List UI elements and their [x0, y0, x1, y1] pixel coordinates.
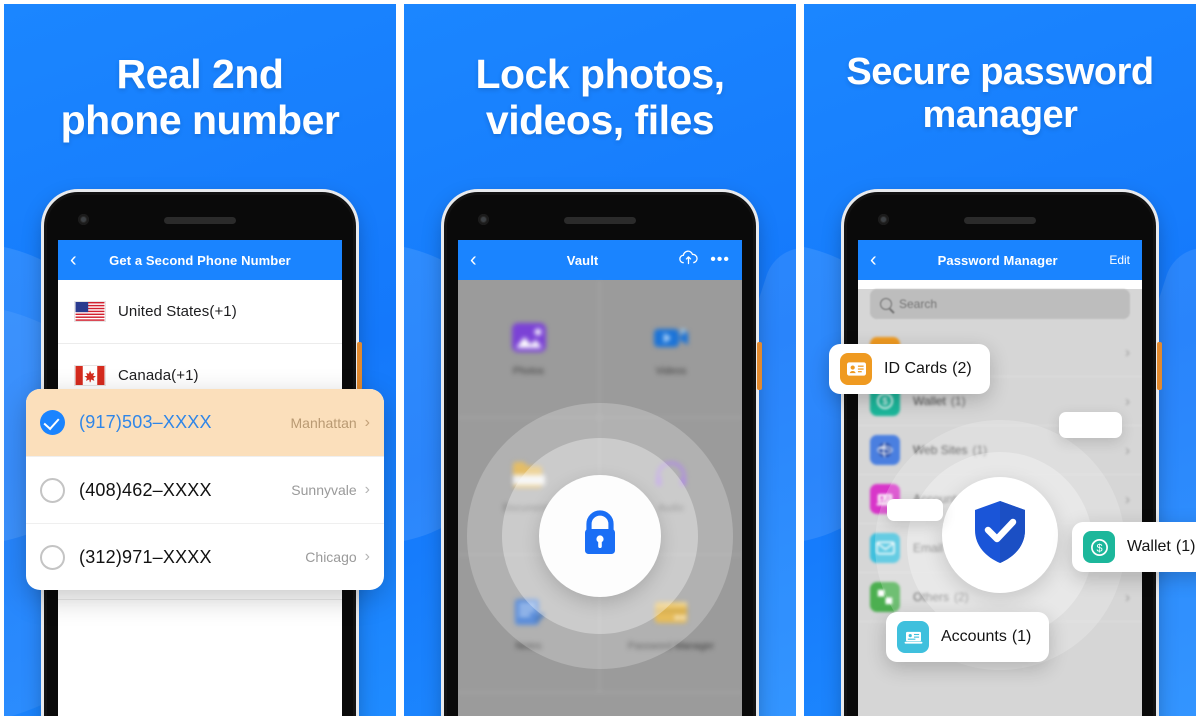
chip-count: (1) [1011, 628, 1032, 645]
panel-headline: Secure password manager [804, 4, 1196, 136]
chevron-left-icon[interactable]: ‹ [870, 250, 886, 270]
category-count: (1) [950, 394, 966, 408]
category-label: Wallet [913, 394, 946, 408]
wallet-icon: $ [1083, 531, 1115, 563]
earpiece-speaker [564, 217, 636, 224]
check-circle-icon[interactable] [40, 410, 65, 435]
lock-button[interactable] [539, 475, 661, 597]
power-button [357, 342, 362, 390]
earpiece-speaker [964, 217, 1036, 224]
shield-button[interactable] [942, 476, 1058, 593]
navbar-title: Vault [566, 252, 599, 268]
country-row-us[interactable]: United States(+1) [58, 280, 342, 344]
vault-item-photos[interactable]: Photos [458, 280, 600, 418]
power-button [757, 342, 762, 390]
panel-headline: Lock photos, videos, files [404, 4, 796, 144]
chevron-right-icon[interactable]: › [1125, 344, 1130, 361]
headline-line-2: videos, files [485, 96, 715, 143]
panel-headline: Real 2nd phone number [4, 4, 396, 144]
panel-password-manager: Secure password manager ‹ Password Manag… [800, 0, 1200, 720]
vault-item-label: Photos [512, 365, 545, 377]
web-sites-icon [870, 435, 900, 465]
edit-button[interactable]: Edit [1109, 253, 1130, 267]
navbar-title: Password Manager [937, 252, 1058, 268]
number-location: Chicago [305, 549, 357, 565]
navbar: ‹ Get a Second Phone Number [58, 240, 342, 280]
chevron-right-icon[interactable]: › [1125, 393, 1130, 410]
number-location: Sunnyvale [291, 482, 357, 498]
panel-phone-number: Real 2nd phone number ‹ Get a Second Pho… [0, 0, 400, 720]
search-input[interactable]: Search [870, 289, 1130, 319]
chevron-left-icon[interactable]: ‹ [470, 250, 486, 270]
number-location: Manhattan [290, 414, 357, 431]
chevron-right-icon[interactable]: › [1125, 442, 1130, 459]
vault-item-videos[interactable]: Videos [600, 280, 742, 418]
number-option-row[interactable]: (312)971–XXXX Chicago › [26, 523, 384, 590]
chevron-left-icon[interactable]: ‹ [70, 250, 86, 270]
search-icon [880, 298, 892, 310]
chip-placeholder-top [1059, 412, 1122, 438]
country-name: Canada(+1) [118, 367, 199, 384]
navbar-title: Get a Second Phone Number [109, 252, 291, 268]
power-button [1157, 342, 1162, 390]
country-name: United States(+1) [118, 303, 237, 320]
vault-grid-container: Photos Videos Documents Audio Notes Pass… [458, 280, 742, 716]
chip-id-cards[interactable]: ID Cards (2) [829, 344, 990, 394]
vault-item-label: Videos [655, 365, 687, 377]
headline-line-2: manager [922, 93, 1078, 136]
headline-line-1: Lock photos, [475, 51, 725, 97]
app-store-screenshot-set: Real 2nd phone number ‹ Get a Second Pho… [0, 0, 1200, 720]
headline-line-1: Real 2nd [116, 51, 284, 97]
chevron-right-icon[interactable]: › [365, 482, 370, 498]
chevron-right-icon[interactable]: › [1125, 491, 1130, 508]
front-camera-icon [878, 214, 889, 225]
front-camera-icon [478, 214, 489, 225]
chip-label: Accounts [941, 628, 1007, 645]
number-label: (408)462–XXXX [79, 479, 212, 500]
phone-mockup: ‹ Vault ••• Photos Videos Documents Audi… [444, 192, 762, 716]
ca-flag-icon [74, 365, 118, 386]
accounts-icon [897, 621, 929, 653]
us-flag-icon [74, 301, 118, 322]
earpiece-speaker [164, 217, 236, 224]
number-label: (917)503–XXXX [79, 412, 212, 432]
shield-check-icon [970, 499, 1030, 570]
radio-circle-icon[interactable] [40, 477, 65, 503]
number-label: (312)971–XXXX [79, 546, 212, 567]
chip-accounts[interactable]: Accounts (1) [886, 612, 1050, 662]
chip-placeholder-mid [887, 499, 943, 521]
id-card-icon [840, 353, 872, 385]
navbar: ‹ Password Manager Edit [858, 240, 1142, 280]
videos-icon [650, 320, 692, 356]
radio-circle-icon[interactable] [40, 544, 65, 570]
svg-text:$: $ [882, 397, 888, 408]
chip-wallet[interactable]: $ Wallet (1) [1072, 522, 1196, 572]
panel-vault: Lock photos, videos, files ‹ Vault ••• P… [400, 0, 800, 720]
chip-count: (1) [1175, 538, 1196, 555]
lock-icon [575, 507, 625, 566]
navbar: ‹ Vault ••• [458, 240, 742, 280]
photos-icon [508, 320, 550, 356]
phone-screen: ‹ Vault ••• Photos Videos Documents Audi… [458, 240, 742, 716]
chevron-right-icon[interactable]: › [365, 414, 370, 431]
number-option-row[interactable]: (408)462–XXXX Sunnyvale › [26, 456, 384, 523]
chip-count: (2) [952, 360, 972, 377]
more-horizontal-icon[interactable]: ••• [710, 252, 730, 267]
phone-number-popup: (917)503–XXXX Manhattan › (408)462–XXXX … [26, 389, 384, 590]
chip-label: Wallet [1127, 538, 1171, 555]
search-placeholder: Search [899, 297, 938, 311]
headline-line-2: phone number [60, 96, 340, 143]
chip-label: ID Cards [884, 360, 948, 377]
chevron-right-icon[interactable]: › [365, 549, 370, 565]
chevron-right-icon[interactable]: › [1125, 589, 1130, 606]
headline-line-1: Secure password [846, 51, 1154, 93]
cloud-upload-icon[interactable] [679, 250, 698, 270]
front-camera-icon [78, 214, 89, 225]
svg-text:$: $ [1096, 542, 1102, 554]
number-option-row[interactable]: (917)503–XXXX Manhattan › [26, 389, 384, 456]
